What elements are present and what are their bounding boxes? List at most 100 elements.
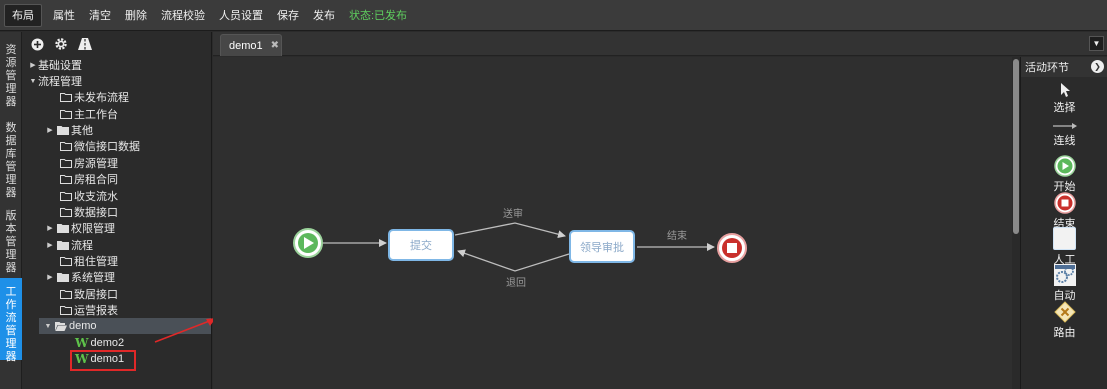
folder-filled-icon xyxy=(57,273,69,282)
tab-database-manager-label: 数据库管理器 xyxy=(5,122,17,199)
tree-item-wechat-api-data[interactable]: 微信接口数据 xyxy=(58,138,140,154)
expand-arrow-icon[interactable]: ▶ xyxy=(45,223,55,233)
palette-label: 选择 xyxy=(1053,102,1076,114)
expand-arrow-icon[interactable]: ▶ xyxy=(45,272,55,282)
clear-button[interactable]: 清空 xyxy=(82,4,118,27)
palette-label: 连线 xyxy=(1053,135,1076,147)
save-button[interactable]: 保存 xyxy=(270,4,306,27)
tree-label: 房租合同 xyxy=(74,174,118,186)
tree-label: 致居接口 xyxy=(74,289,118,301)
tree-item-flow-management[interactable]: ▼ 流程管理 xyxy=(28,73,82,89)
palette-auto[interactable]: 自动 xyxy=(1021,264,1107,303)
canvas-scrollbar[interactable] xyxy=(1012,57,1020,389)
layout-button[interactable]: 布局 xyxy=(4,3,42,27)
folder-open-icon xyxy=(55,322,67,331)
add-icon[interactable] xyxy=(29,36,45,52)
tree-item-other[interactable]: ▶ 其他 xyxy=(45,122,93,138)
tree-label: 其他 xyxy=(71,125,93,137)
tree-item-data-api[interactable]: 数据接口 xyxy=(58,204,118,220)
start-circle-icon xyxy=(1053,155,1076,177)
tree-item-system-management[interactable]: ▶ 系统管理 xyxy=(45,269,115,285)
tree-item-basic-settings[interactable]: ▶ 基础设置 xyxy=(28,57,82,73)
scrollbar-thumb[interactable] xyxy=(1013,59,1019,234)
properties-button[interactable]: 属性 xyxy=(46,4,82,27)
tree-item-cash-flow[interactable]: 收支流水 xyxy=(58,188,118,204)
tree-item-operation-reports[interactable]: 运营报表 xyxy=(58,302,118,318)
tree-item-zhiju-api[interactable]: 致居接口 xyxy=(58,286,118,302)
chevron-down-icon[interactable]: ▼ xyxy=(1089,36,1104,51)
expand-arrow-icon[interactable]: ▶ xyxy=(45,125,55,135)
tree-label: 房源管理 xyxy=(74,158,118,170)
start-node[interactable] xyxy=(293,228,323,258)
pointer-icon xyxy=(1060,83,1070,97)
palette-label: 路由 xyxy=(1053,327,1076,339)
tree-item-housing-management[interactable]: 房源管理 xyxy=(58,155,118,171)
tab-workflow-manager-label: 工作流管理器 xyxy=(5,286,17,363)
expand-arrow-icon[interactable]: ▶ xyxy=(28,60,38,70)
tree-item-unpublished-flows[interactable]: 未发布流程 xyxy=(58,89,129,105)
road-icon[interactable] xyxy=(77,36,93,52)
end-node[interactable] xyxy=(717,233,747,263)
edge-label-end: 结束 xyxy=(667,231,687,242)
tree-item-permission-management[interactable]: ▶ 权限管理 xyxy=(45,220,115,236)
tree-label: demo xyxy=(69,320,97,332)
tree-label: 数据接口 xyxy=(74,207,118,219)
manual-task-icon xyxy=(1053,227,1076,250)
tab-workflow-manager[interactable]: 工作流管理器 xyxy=(0,278,22,363)
tree-item-main-workbench[interactable]: 主工作台 xyxy=(58,106,118,122)
folder-outline-icon xyxy=(60,257,72,266)
stop-circle-icon xyxy=(1053,192,1076,214)
folder-filled-icon xyxy=(57,241,69,250)
submit-node[interactable]: 提交 xyxy=(388,229,454,261)
collapse-arrow-icon[interactable]: ▼ xyxy=(43,321,53,331)
gateway-diamond-icon xyxy=(1053,301,1076,323)
approve-node-label: 领导审批 xyxy=(580,241,624,254)
folder-filled-icon xyxy=(57,126,69,135)
folder-filled-icon xyxy=(57,224,69,233)
vertical-tab-strip: 资源管理器 数据库管理器 版本管理器 工作流管理器 xyxy=(0,32,22,389)
tree-label: 基础设置 xyxy=(38,60,82,72)
validate-flow-button[interactable]: 流程校验 xyxy=(154,4,212,27)
palette-end[interactable]: 结束 xyxy=(1021,192,1107,231)
tab-demo1-label: demo1 xyxy=(229,39,263,52)
expand-arrow-icon[interactable]: ▶ xyxy=(45,240,55,250)
tab-database-manager[interactable]: 数据库管理器 xyxy=(0,114,22,200)
palette-header: 活动环节 ❯ xyxy=(1021,57,1107,77)
tab-version-manager[interactable]: 版本管理器 xyxy=(0,202,22,274)
palette-manual[interactable]: 人工 xyxy=(1021,227,1107,267)
chevron-right-icon[interactable]: ❯ xyxy=(1091,60,1104,73)
document-tab-bar: demo1 ✖ ▼ xyxy=(213,32,1107,56)
collapse-arrow-icon[interactable]: ▼ xyxy=(28,76,38,86)
tab-version-manager-label: 版本管理器 xyxy=(5,210,17,274)
palette-route[interactable]: 路由 xyxy=(1021,301,1107,340)
edge-send[interactable] xyxy=(454,222,566,239)
palette-select[interactable]: 选择 xyxy=(1021,82,1107,115)
palette-connect[interactable]: 连线 xyxy=(1021,121,1107,148)
tab-demo1[interactable]: demo1 ✖ xyxy=(220,34,282,56)
tree-item-demo2[interactable]: W demo2 xyxy=(75,335,124,351)
tree-item-tenancy-management[interactable]: 租住管理 xyxy=(58,253,118,269)
tree-label: 权限管理 xyxy=(71,223,115,235)
delete-button[interactable]: 删除 xyxy=(118,4,154,27)
folder-outline-icon xyxy=(60,208,72,217)
close-icon[interactable]: ✖ xyxy=(271,40,279,51)
tab-resource-manager[interactable]: 资源管理器 xyxy=(0,36,22,108)
palette-start[interactable]: 开始 xyxy=(1021,155,1107,194)
explorer-toolbar xyxy=(23,32,211,56)
folder-outline-icon xyxy=(60,306,72,315)
tree-item-process[interactable]: ▶ 流程 xyxy=(45,237,93,253)
personnel-settings-button[interactable]: 人员设置 xyxy=(212,4,270,27)
workflow-canvas[interactable]: 提交 领导审批 送审 退回 结束 xyxy=(213,57,1012,389)
tree-label: demo2 xyxy=(90,337,125,349)
approve-node[interactable]: 领导审批 xyxy=(569,230,635,263)
tree-label: 未发布流程 xyxy=(74,92,129,104)
tree-label: 运营报表 xyxy=(74,305,118,317)
publish-button[interactable]: 发布 xyxy=(306,4,342,27)
arrow-line-icon xyxy=(1052,123,1077,129)
folder-outline-icon xyxy=(60,110,72,119)
tree-item-rental-contract[interactable]: 房租合同 xyxy=(58,171,118,187)
folder-outline-icon xyxy=(60,290,72,299)
edge-back[interactable] xyxy=(457,249,570,272)
settings-gear-icon[interactable] xyxy=(53,36,69,52)
edge-label-send: 送审 xyxy=(503,209,523,220)
